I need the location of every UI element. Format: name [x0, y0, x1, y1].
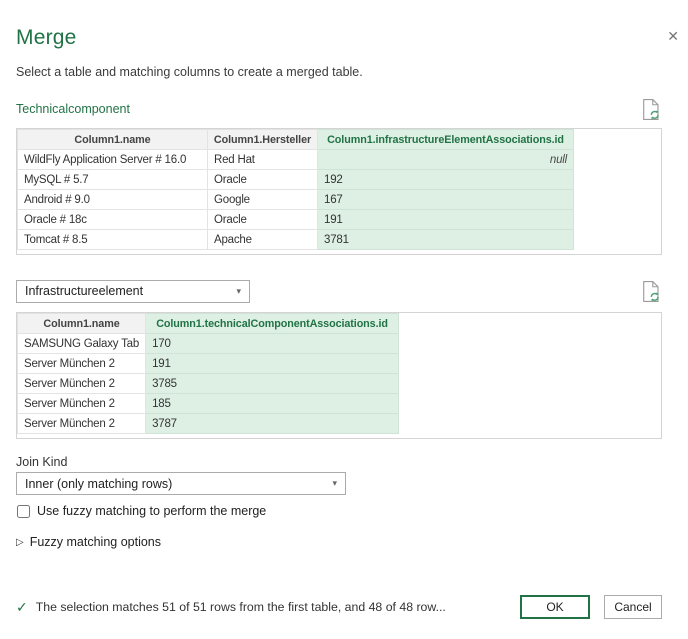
dialog-footer: ✓ The selection matches 51 of 51 rows fr…: [16, 595, 662, 619]
table-cell[interactable]: WildFly Application Server # 16.0: [18, 150, 208, 170]
column-header[interactable]: Column1.name: [18, 130, 208, 150]
table-cell[interactable]: 3785: [146, 374, 399, 394]
column-header[interactable]: Column1.Hersteller: [208, 130, 318, 150]
table-cell[interactable]: 3787: [146, 414, 399, 434]
ok-button[interactable]: OK: [520, 595, 590, 619]
table-row: Android # 9.0Google167: [18, 190, 574, 210]
footer-buttons: OK Cancel: [520, 595, 662, 619]
table1-container: Column1.nameColumn1.HerstellerColumn1.in…: [16, 128, 662, 255]
table-cell[interactable]: Android # 9.0: [18, 190, 208, 210]
table-cell[interactable]: Server München 2: [18, 414, 146, 434]
table-cell[interactable]: Oracle: [208, 170, 318, 190]
close-icon[interactable]: ✕: [667, 27, 679, 45]
table-cell[interactable]: Server München 2: [18, 394, 146, 414]
fuzzy-options-expander[interactable]: ▷ Fuzzy matching options: [16, 535, 662, 549]
chevron-down-icon: ▾: [236, 286, 241, 297]
table-row: Server München 23785: [18, 374, 399, 394]
merge-dialog: ✕ Merge Select a table and matching colu…: [0, 24, 688, 639]
join-kind-selector[interactable]: Inner (only matching rows) ▾: [16, 472, 346, 495]
success-check-icon: ✓: [16, 599, 28, 616]
document-refresh-icon: [642, 98, 661, 121]
table1: Column1.nameColumn1.HerstellerColumn1.in…: [17, 129, 574, 250]
match-status: ✓ The selection matches 51 of 51 rows fr…: [16, 599, 446, 616]
table-row: Server München 23787: [18, 414, 399, 434]
table-row: Server München 2185: [18, 394, 399, 414]
table-cell[interactable]: null: [318, 150, 574, 170]
table-cell[interactable]: 191: [318, 210, 574, 230]
fuzzy-matching-label: Use fuzzy matching to perform the merge: [37, 504, 266, 518]
table2-selector-value: Infrastructureelement: [25, 284, 143, 298]
table-cell[interactable]: 192: [318, 170, 574, 190]
status-message: The selection matches 51 of 51 rows from…: [36, 600, 446, 614]
page-title: Merge: [16, 24, 662, 52]
table1-label: Technicalcomponent: [16, 102, 130, 116]
table-cell[interactable]: 170: [146, 334, 399, 354]
table2-header-row: Infrastructureelement ▾: [16, 279, 662, 303]
table-row: SAMSUNG Galaxy Tab170: [18, 334, 399, 354]
table-cell[interactable]: 167: [318, 190, 574, 210]
table-cell[interactable]: Server München 2: [18, 374, 146, 394]
table-cell[interactable]: Server München 2: [18, 354, 146, 374]
fuzzy-matching-row: Use fuzzy matching to perform the merge: [16, 504, 662, 518]
table1-header-row: Technicalcomponent: [16, 97, 662, 121]
table-cell[interactable]: SAMSUNG Galaxy Tab: [18, 334, 146, 354]
table2-container: Column1.nameColumn1.technicalComponentAs…: [16, 312, 662, 439]
table-cell[interactable]: 3781: [318, 230, 574, 250]
table-cell[interactable]: Oracle: [208, 210, 318, 230]
table2: Column1.nameColumn1.technicalComponentAs…: [17, 313, 399, 434]
table-cell[interactable]: Tomcat # 8.5: [18, 230, 208, 250]
table-row: Server München 2191: [18, 354, 399, 374]
table-cell[interactable]: 185: [146, 394, 399, 414]
dialog-subtitle: Select a table and matching columns to c…: [16, 64, 662, 81]
column-header[interactable]: Column1.technicalComponentAssociations.i…: [146, 314, 399, 334]
table1-header: Column1.nameColumn1.HerstellerColumn1.in…: [18, 130, 574, 150]
column-header[interactable]: Column1.infrastructureElementAssociation…: [318, 130, 574, 150]
refresh-preview-icon[interactable]: [640, 97, 662, 121]
chevron-down-icon: ▾: [332, 478, 337, 489]
table2-header: Column1.nameColumn1.technicalComponentAs…: [18, 314, 399, 334]
fuzzy-matching-checkbox[interactable]: [17, 505, 30, 518]
table-row: Oracle # 18cOracle191: [18, 210, 574, 230]
table-cell[interactable]: Apache: [208, 230, 318, 250]
table2-selector[interactable]: Infrastructureelement ▾: [16, 280, 250, 303]
join-kind-value: Inner (only matching rows): [25, 477, 172, 491]
cancel-button[interactable]: Cancel: [604, 595, 662, 619]
refresh-preview-icon-2[interactable]: [640, 279, 662, 303]
expander-triangle-icon: ▷: [16, 537, 24, 548]
table-cell[interactable]: Red Hat: [208, 150, 318, 170]
document-refresh-icon: [642, 280, 661, 303]
table-row: Tomcat # 8.5Apache3781: [18, 230, 574, 250]
table-row: MySQL # 5.7Oracle192: [18, 170, 574, 190]
fuzzy-options-label: Fuzzy matching options: [30, 535, 161, 549]
column-header[interactable]: Column1.name: [18, 314, 146, 334]
table-cell[interactable]: Oracle # 18c: [18, 210, 208, 230]
table-row: WildFly Application Server # 16.0Red Hat…: [18, 150, 574, 170]
table-cell[interactable]: MySQL # 5.7: [18, 170, 208, 190]
table-cell[interactable]: Google: [208, 190, 318, 210]
table-cell[interactable]: 191: [146, 354, 399, 374]
join-kind-label: Join Kind: [16, 455, 662, 469]
